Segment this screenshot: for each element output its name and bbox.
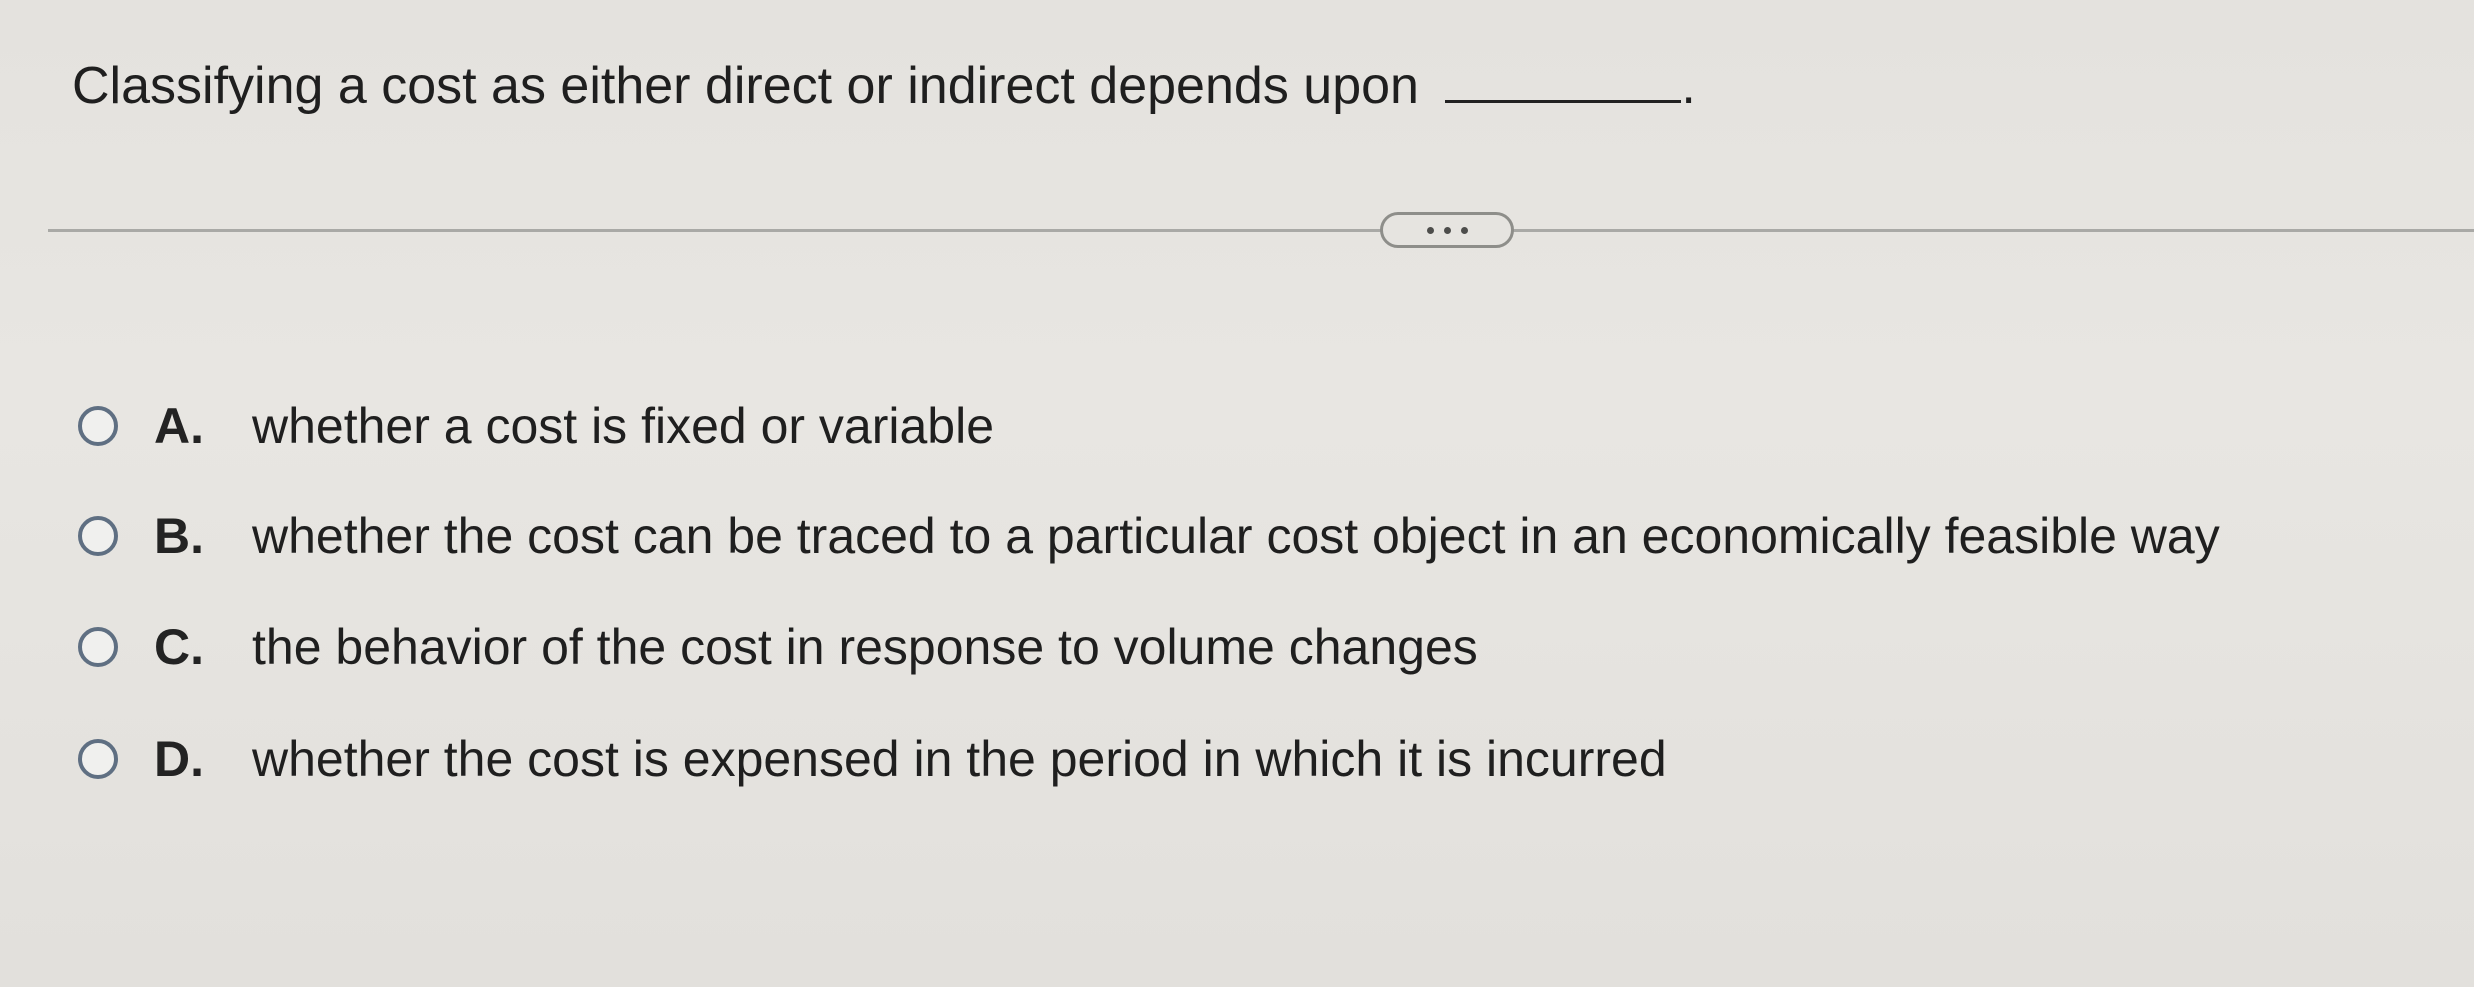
answer-option-b[interactable]: B. whether the cost can be traced to a p… xyxy=(78,496,2220,576)
option-letter-a: A. xyxy=(154,398,204,454)
option-text-a: whether a cost is fixed or variable xyxy=(252,398,995,454)
answer-blank xyxy=(1445,48,1682,103)
answer-option-d[interactable]: D. whether the cost is expensed in the p… xyxy=(78,719,1667,799)
option-text-c: the behavior of the cost in response to … xyxy=(252,619,1478,675)
ellipsis-icon xyxy=(1426,226,1434,234)
question-period: . xyxy=(1681,57,1696,115)
radio-button-b[interactable] xyxy=(78,516,118,556)
radio-button-c[interactable] xyxy=(78,627,118,667)
ellipsis-icon xyxy=(1443,226,1451,234)
section-divider xyxy=(48,229,2474,232)
radio-button-a[interactable] xyxy=(78,406,118,446)
option-letter-c: C. xyxy=(154,619,204,675)
answer-option-c[interactable]: C. the behavior of the cost in response … xyxy=(78,607,1478,687)
option-text-d: whether the cost is expensed in the peri… xyxy=(252,731,1667,787)
question-text: Classifying a cost as either direct or i… xyxy=(72,57,1419,115)
option-text-b: whether the cost can be traced to a part… xyxy=(252,508,2220,564)
question-prompt: Classifying a cost as either direct or i… xyxy=(72,48,1696,121)
more-options-button[interactable] xyxy=(1380,212,1514,248)
option-letter-b: B. xyxy=(154,508,204,564)
answer-option-a[interactable]: A. whether a cost is fixed or variable xyxy=(78,386,994,466)
radio-button-d[interactable] xyxy=(78,739,118,779)
option-letter-d: D. xyxy=(154,731,204,787)
ellipsis-icon xyxy=(1460,226,1468,234)
